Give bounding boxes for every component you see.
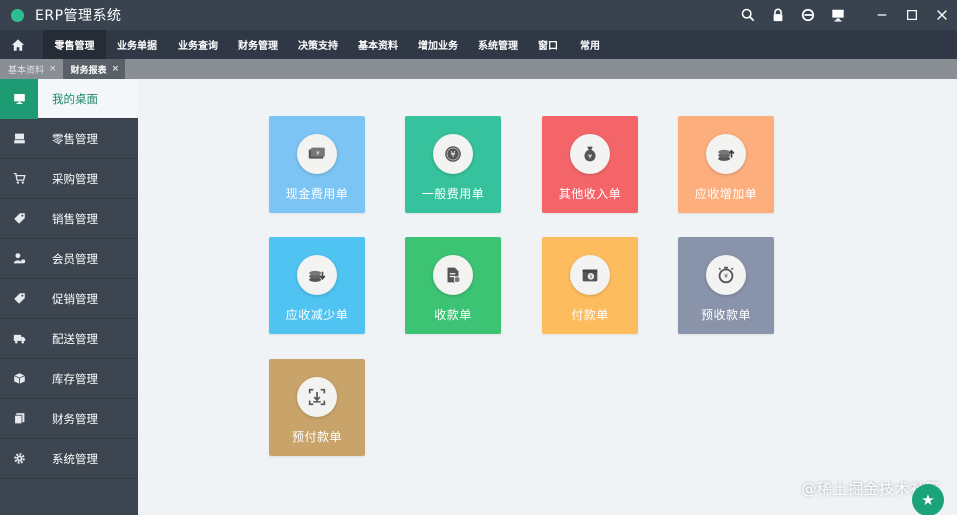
title-bar: ERP管理系统 [0, 0, 957, 30]
title-actions [733, 0, 957, 30]
sidebar-item-inventory[interactable]: 库存管理 [0, 359, 138, 399]
app-logo [11, 8, 24, 22]
sidebar-item-delivery[interactable]: 配送管理 [0, 319, 138, 359]
menu-item-window[interactable]: 窗口 [528, 30, 568, 59]
money-bag-icon: ¥ [570, 134, 610, 174]
stopwatch-icon: ¥ [706, 255, 746, 295]
gear-icon [0, 439, 38, 479]
minimize-icon[interactable] [867, 0, 897, 30]
cart-icon [0, 159, 38, 199]
promo-tag-icon [0, 279, 38, 319]
wallet-icon: ¥ [570, 255, 610, 295]
sidebar-item-label: 我的桌面 [52, 91, 98, 106]
coin-icon: ¥ [433, 134, 473, 174]
coins-down-icon [297, 255, 337, 295]
sidebar-item-desktop[interactable]: 我的桌面 [0, 78, 138, 119]
sidebar-item-system[interactable]: 系统管理 [0, 439, 138, 479]
tile-payment[interactable]: ¥ 付款单 [542, 237, 638, 334]
desktop-icon [0, 78, 38, 119]
svg-text:¥: ¥ [724, 272, 728, 280]
sidebar-item-label: 采购管理 [52, 171, 98, 186]
tile-advance-payment[interactable]: 预付款单 [269, 359, 365, 456]
tile-label: 预付款单 [291, 430, 342, 444]
sidebar: 我的桌面 零售管理 采购管理 销售管理 会员管理 促销管理 配送管理 库存管理 … [0, 78, 138, 515]
tile-label: 其他收入单 [558, 187, 622, 201]
svg-text:¥: ¥ [316, 151, 320, 157]
home-icon[interactable] [0, 30, 36, 59]
maximize-icon[interactable] [897, 0, 927, 30]
star-icon[interactable]: ★ [912, 484, 944, 515]
tab-financial-report[interactable]: 财务报表 × [62, 59, 126, 79]
tile-receivable-decrease[interactable]: 应收减少单 [269, 237, 365, 334]
sidebar-item-label: 库存管理 [52, 371, 98, 386]
tab-basic-data[interactable]: 基本资料 × [0, 59, 63, 79]
tile-label: 付款单 [571, 308, 609, 322]
tile-label: 一般费用单 [421, 187, 485, 201]
sidebar-item-promotion[interactable]: 促销管理 [0, 279, 138, 319]
sidebar-item-label: 销售管理 [52, 211, 98, 226]
lock-icon[interactable] [763, 0, 793, 30]
sidebar-item-label: 配送管理 [52, 331, 98, 346]
menu-item-basic-data[interactable]: 基本资料 [348, 30, 408, 59]
main-desktop: ¥ 现金费用单 ¥ 一般费用单 ¥ 其他收入单 应收增加单 应收减少单 收款单 [138, 79, 957, 515]
sidebar-item-label: 会员管理 [52, 251, 98, 266]
sidebar-item-member[interactable]: 会员管理 [0, 239, 138, 279]
document-icon [0, 399, 38, 439]
cash-icon: ¥ [297, 134, 337, 174]
monitor-icon[interactable] [823, 0, 853, 30]
tile-label: 应收减少单 [285, 308, 349, 322]
menu-bar: 零售管理 业务单据 业务查询 财务管理 决策支持 基本资料 增加业务 系统管理 … [0, 30, 957, 59]
sidebar-item-label: 财务管理 [52, 411, 98, 426]
tile-cash-expense[interactable]: ¥ 现金费用单 [269, 116, 365, 213]
menu-item-common[interactable]: 常用 [568, 30, 612, 59]
menu-item-finance[interactable]: 财务管理 [228, 30, 288, 59]
sidebar-item-label: 促销管理 [52, 291, 98, 306]
menu-item-business-docs[interactable]: 业务单据 [106, 30, 168, 59]
search-icon[interactable] [733, 0, 763, 30]
menu-item-decision[interactable]: 决策支持 [288, 30, 348, 59]
tile-advance-receipt[interactable]: ¥ 预收款单 [678, 237, 774, 334]
tile-label: 现金费用单 [285, 187, 349, 201]
tile-label: 应收增加单 [694, 187, 758, 201]
menu-item-retail[interactable]: 零售管理 [43, 30, 106, 59]
menu-item-system[interactable]: 系统管理 [468, 30, 528, 59]
tile-general-expense[interactable]: ¥ 一般费用单 [405, 116, 501, 213]
box-icon [0, 359, 38, 399]
truck-icon [0, 319, 38, 359]
menu-item-business-query[interactable]: 业务查询 [168, 30, 228, 59]
tile-label: 收款单 [434, 308, 472, 322]
tab-close-icon[interactable]: × [49, 64, 57, 74]
coins-up-icon [706, 134, 746, 174]
scan-icon [297, 377, 337, 417]
register-icon [0, 119, 38, 159]
member-icon [0, 239, 38, 279]
tile-label: 预收款单 [700, 308, 751, 322]
tile-receipt[interactable]: 收款单 [405, 237, 501, 334]
svg-text:¥: ¥ [450, 149, 455, 159]
tab-label: 基本资料 [8, 65, 45, 76]
sidebar-item-finance[interactable]: 财务管理 [0, 399, 138, 439]
browser-icon[interactable] [793, 0, 823, 30]
svg-text:¥: ¥ [589, 274, 592, 280]
receipt-icon [433, 255, 473, 295]
tab-close-icon[interactable]: × [112, 64, 120, 74]
app-title: ERP管理系统 [35, 8, 122, 24]
sidebar-item-sales[interactable]: 销售管理 [0, 199, 138, 239]
tag-icon [0, 199, 38, 239]
tile-other-income[interactable]: ¥ 其他收入单 [542, 116, 638, 213]
sidebar-item-purchase[interactable]: 采购管理 [0, 159, 138, 199]
tab-strip: 基本资料 × 财务报表 × [0, 59, 957, 79]
close-icon[interactable] [927, 0, 957, 30]
sidebar-item-label: 系统管理 [52, 451, 98, 466]
tile-receivable-increase[interactable]: 应收增加单 [678, 116, 774, 213]
sidebar-item-label: 零售管理 [52, 131, 98, 146]
tab-label: 财务报表 [70, 65, 107, 76]
menu-item-add-business[interactable]: 增加业务 [408, 30, 468, 59]
sidebar-item-retail[interactable]: 零售管理 [0, 119, 138, 159]
svg-text:¥: ¥ [588, 153, 592, 161]
